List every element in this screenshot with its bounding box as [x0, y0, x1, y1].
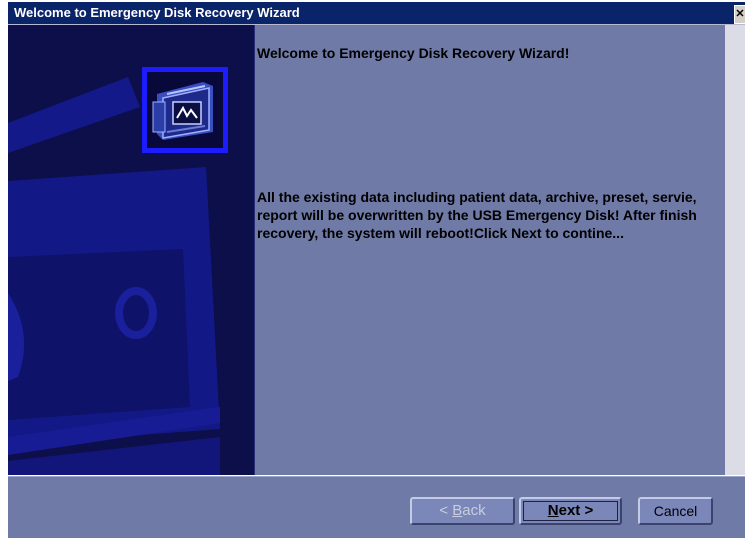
wizard-heading: Welcome to Emergency Disk Recovery Wizar… — [257, 45, 570, 61]
title-bar[interactable]: Welcome to Emergency Disk Recovery Wizar… — [8, 2, 745, 25]
wizard-content: Welcome to Emergency Disk Recovery Wizar… — [255, 25, 725, 475]
next-button[interactable]: Next > — [519, 497, 622, 525]
wizard-button-bar: < Back Next > Cancel — [8, 476, 745, 538]
wizard-window: Welcome to Emergency Disk Recovery Wizar… — [8, 2, 745, 538]
wizard-side-banner — [8, 25, 255, 475]
disk-drive-icon — [142, 67, 228, 153]
window-right-edge — [725, 25, 745, 475]
wizard-message: All the existing data including patient … — [257, 189, 697, 241]
close-icon[interactable]: ✕ — [734, 5, 745, 24]
window-title: Welcome to Emergency Disk Recovery Wizar… — [14, 5, 300, 20]
cancel-button[interactable]: Cancel — [638, 497, 713, 525]
back-button[interactable]: < Back — [410, 497, 515, 525]
